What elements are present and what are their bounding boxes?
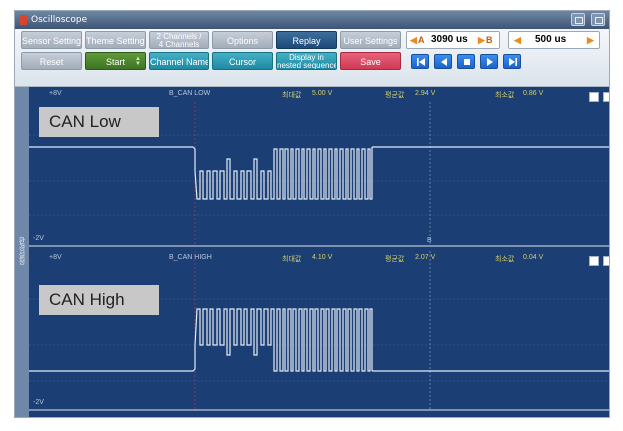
ch1-top-scale: +8V — [49, 90, 62, 97]
close-icon[interactable] — [591, 13, 605, 26]
ch1-min-label: 최소값 — [495, 92, 515, 99]
channel-name-button[interactable]: Channel Name — [149, 52, 209, 70]
time-increase-icon[interactable]: ▶ — [587, 32, 594, 48]
ch2-checkbox-b[interactable] — [603, 256, 609, 266]
channel-panel-can-high: +8V B_CAN HIGH 최대값 4.10 V 평균값 2.07 V 최소값… — [29, 251, 609, 411]
can-high-waveform — [29, 251, 609, 409]
ch2-min-value: 0.04 V — [523, 254, 544, 261]
ch2-avg-value: 2.07 V — [415, 254, 436, 261]
ch1-max-label: 최대값 — [282, 92, 302, 99]
start-label: Start — [106, 57, 126, 67]
channels-toggle-button[interactable]: 2 Channels / 4 Channels — [149, 31, 209, 49]
ch1-avg-value: 2.94 V — [415, 90, 436, 97]
next-frame-icon[interactable] — [480, 54, 498, 69]
scope-display: +8V B_CAN LOW 최대값 5.00 V 평균값 2.94 V 최소값 … — [29, 87, 609, 417]
b-marker-icon: ▶ — [478, 35, 485, 45]
can-high-trace-burst — [194, 308, 373, 372]
ch2-signal-name: B_CAN HIGH — [169, 254, 212, 261]
time-value: 500 us — [535, 34, 567, 45]
ch1-bottom-scale: -2V — [33, 235, 44, 242]
stop-icon[interactable] — [457, 54, 475, 69]
options-button[interactable]: Options — [212, 31, 273, 49]
theme-settings-button[interactable]: Theme Settings — [85, 31, 146, 49]
a-marker-label: A — [418, 35, 425, 45]
prev-frame-icon[interactable] — [434, 54, 452, 69]
ch1-avg-label: 평균값 — [385, 92, 405, 99]
settings-side-tab[interactable]: 환경설정 — [15, 87, 29, 417]
last-frame-icon[interactable] — [503, 54, 521, 69]
ab-marker-display[interactable]: ◀ A 3090 us ▶ B — [406, 31, 500, 49]
ch2-top-scale: +8V — [49, 254, 62, 261]
nested-label-line2: nested sequences — [277, 61, 337, 70]
sensor-settings-button[interactable]: Sensor Settings — [21, 31, 82, 49]
window-title: Oscilloscope — [31, 15, 88, 25]
cursor-b-label: B — [427, 237, 432, 244]
title-bar: Oscilloscope — [15, 11, 609, 29]
start-button[interactable]: Start ▲ ▼ — [85, 52, 146, 70]
ch1-max-value: 5.00 V — [312, 90, 333, 97]
reset-button[interactable]: Reset — [21, 52, 82, 70]
can-high-trace-idle-left — [29, 345, 196, 372]
ch1-channel-label: CAN Low — [39, 107, 159, 137]
ch2-bottom-scale: -2V — [33, 399, 44, 406]
ab-value: 3090 us — [431, 34, 468, 45]
save-button[interactable]: Save — [340, 52, 401, 70]
ch1-checkbox-b[interactable] — [603, 92, 609, 102]
ch1-min-value: 0.86 V — [523, 90, 544, 97]
time-decrease-icon[interactable]: ◀ — [514, 32, 521, 48]
ch2-max-label: 최대값 — [282, 256, 302, 263]
side-tab-label: 환경설정 — [18, 237, 26, 265]
ch2-max-value: 4.10 V — [312, 254, 333, 261]
updown-icon: ▲ ▼ — [135, 56, 141, 67]
first-frame-icon[interactable] — [411, 54, 429, 69]
cursor-button[interactable]: Cursor — [212, 52, 273, 70]
nested-display-button[interactable]: Display in nested sequences — [276, 52, 337, 70]
ch1-checkbox-a[interactable] — [589, 92, 599, 102]
a-marker-icon: ◀ — [410, 35, 417, 45]
can-low-trace-idle-left — [29, 146, 196, 171]
channel-panel-can-low: +8V B_CAN LOW 최대값 5.00 V 평균값 2.94 V 최소값 … — [29, 87, 609, 247]
ch2-channel-label: CAN High — [39, 285, 159, 315]
time-scale-display[interactable]: ◀ 500 us ▶ — [508, 31, 600, 49]
ch2-checkbox-a[interactable] — [589, 256, 599, 266]
ch1-signal-name: B_CAN LOW — [169, 90, 211, 97]
can-low-trace-burst — [194, 147, 373, 200]
oscilloscope-window: Oscilloscope Sensor Settings Theme Setti… — [14, 10, 610, 418]
ch2-min-label: 최소값 — [495, 256, 515, 263]
b-marker-label: B — [486, 35, 493, 45]
replay-button[interactable]: Replay — [276, 31, 337, 49]
app-icon — [20, 15, 27, 25]
ch2-avg-label: 평균값 — [385, 256, 405, 263]
channels-label-line2: 4 Channels — [158, 40, 200, 49]
restore-icon[interactable] — [571, 13, 585, 26]
user-settings-button[interactable]: User Settings — [340, 31, 401, 49]
